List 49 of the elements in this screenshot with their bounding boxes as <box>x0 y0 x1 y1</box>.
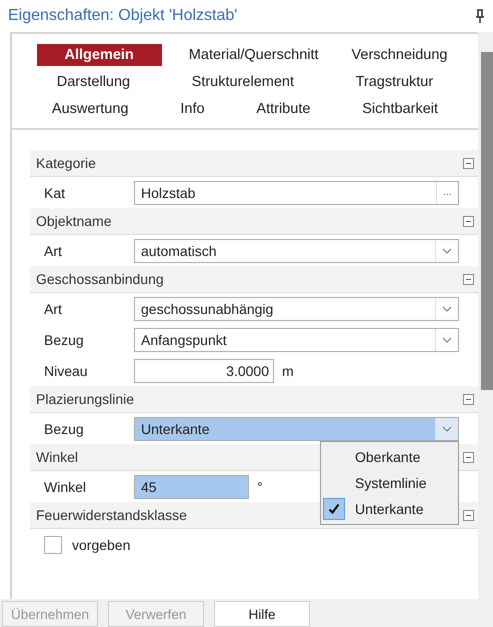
dropdown-field[interactable]: Anfangspunkt <box>134 328 459 352</box>
dropdown-field[interactable]: Unterkante <box>134 416 459 440</box>
chevron-icon <box>442 336 452 342</box>
input-field[interactable]: Holzstab ... <box>134 180 459 204</box>
tab[interactable]: Material/Querschnitt <box>182 44 325 66</box>
collapse-icon[interactable] <box>463 216 474 226</box>
dropdown-field[interactable]: geschossunabhängig <box>134 296 459 320</box>
collapse-icon[interactable] <box>463 394 474 404</box>
collapse-icon[interactable] <box>463 452 474 462</box>
action-button[interactable]: Hilfe <box>214 601 310 627</box>
field-label: Bezug <box>43 420 85 436</box>
collapse-icon[interactable] <box>463 510 474 520</box>
input-field[interactable]: 45 <box>134 474 249 498</box>
collapse-icon[interactable] <box>463 274 474 284</box>
tab[interactable]: Darstellung <box>50 71 136 93</box>
chevron-icon <box>442 426 452 432</box>
section-header[interactable]: Geschossanbindung <box>30 266 478 293</box>
tab[interactable]: Verschneidung <box>346 44 454 66</box>
pin-icon[interactable] <box>475 9 485 23</box>
section-header[interactable]: Objektname <box>30 208 478 235</box>
checkbox-label: vorgeben <box>72 536 130 552</box>
collapse-icon[interactable] <box>463 158 474 168</box>
unit-label: ° <box>257 478 263 494</box>
section-header[interactable]: Plazierungslinie <box>30 386 478 413</box>
dropdown-field[interactable]: automatisch <box>134 238 459 262</box>
tab[interactable]: Auswertung <box>46 98 134 120</box>
tab[interactable]: Allgemein <box>36 44 162 66</box>
field-label: Bezug <box>43 332 85 348</box>
tab[interactable]: Tragstruktur <box>350 71 440 93</box>
input-field[interactable]: 3.0000 <box>134 358 274 382</box>
field-label: Winkel <box>43 478 88 494</box>
menu-item[interactable]: Systemlinie <box>321 470 458 496</box>
tab[interactable]: Info <box>174 98 211 120</box>
unit-label: m <box>282 362 294 378</box>
tab[interactable]: Attribute <box>250 98 316 120</box>
section-header[interactable]: Kategorie <box>30 150 478 177</box>
scrollbar[interactable] <box>478 32 493 599</box>
tab[interactable]: Sichtbarkeit <box>356 98 444 120</box>
menu-item[interactable]: Oberkante <box>321 444 458 470</box>
field-label: Kat <box>43 184 66 200</box>
field-label: Art <box>43 242 63 258</box>
chevron-icon <box>442 306 452 312</box>
checkbox[interactable] <box>44 536 62 554</box>
chevron-icon <box>442 248 452 254</box>
window-title: Eigenschaften: Objekt 'Holzstab' <box>8 7 238 25</box>
tab[interactable]: Strukturelement <box>186 71 300 93</box>
check-icon <box>328 503 340 515</box>
field-label: Art <box>43 300 63 316</box>
field-label: Niveau <box>43 362 89 378</box>
